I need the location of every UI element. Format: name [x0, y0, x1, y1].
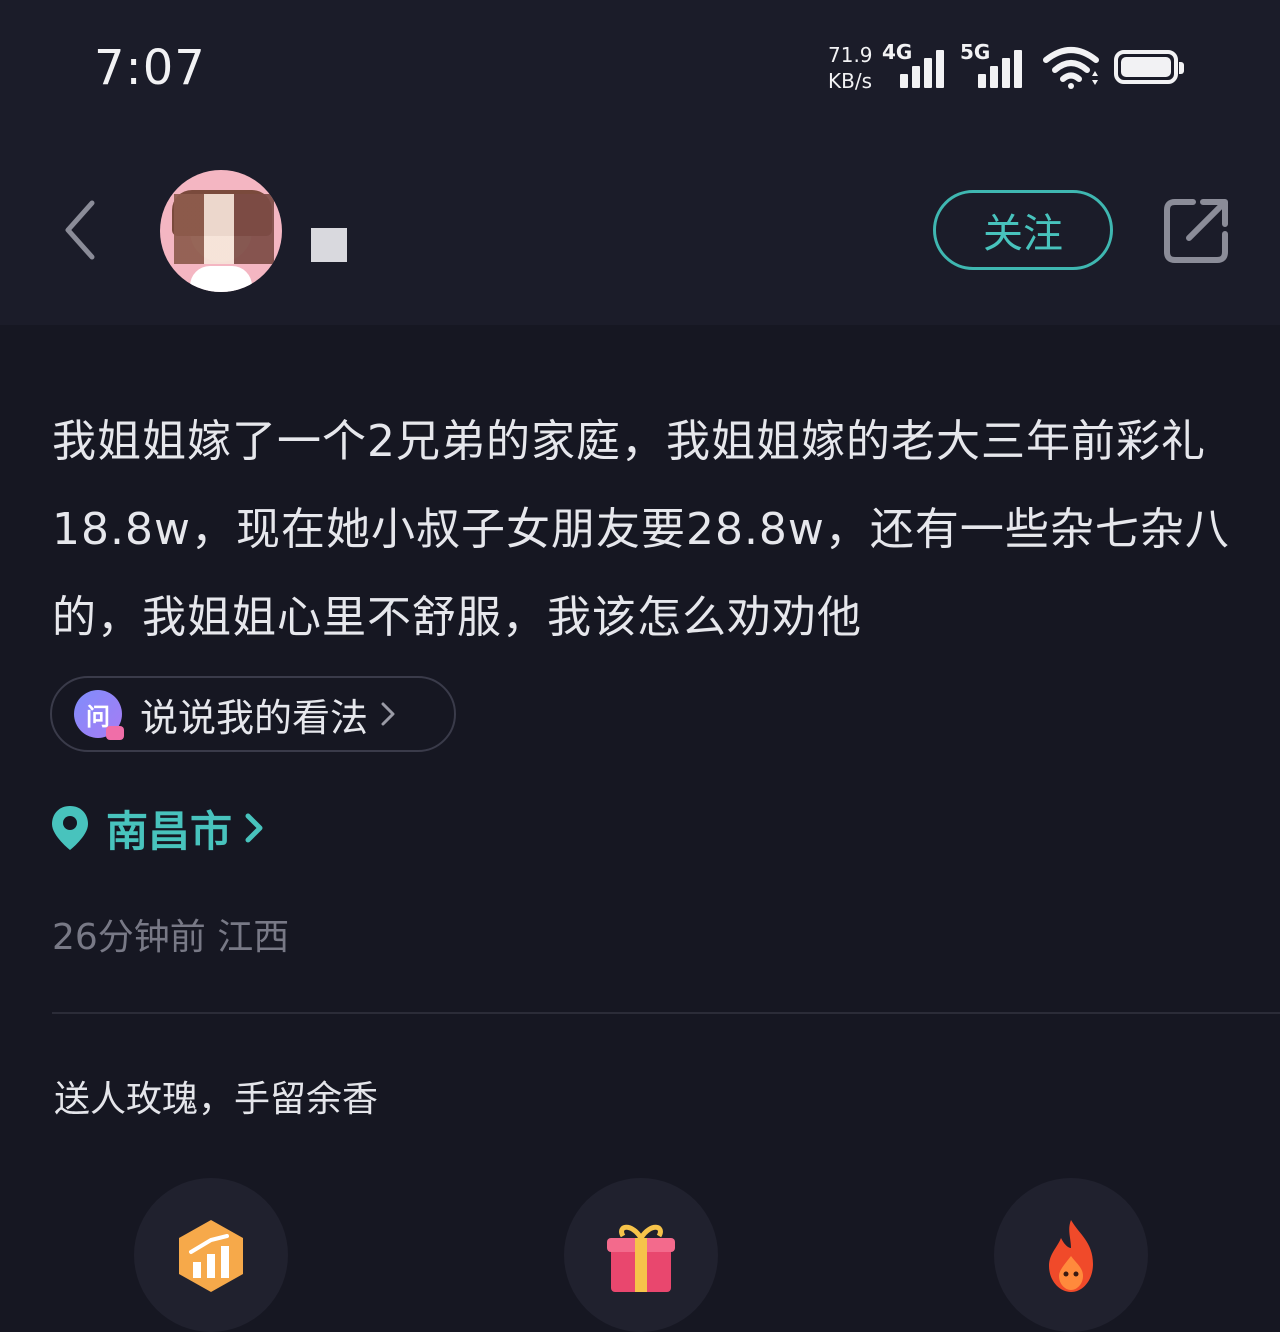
back-chevron-icon[interactable]: [56, 195, 106, 265]
gift-box-button[interactable]: [564, 1178, 718, 1332]
boost-icon: [179, 1220, 243, 1292]
follow-button[interactable]: 关注: [933, 190, 1113, 270]
wifi-icon: [1043, 47, 1099, 89]
divider: [52, 1012, 1280, 1014]
gift-boost-button[interactable]: [134, 1178, 288, 1332]
profile-header: 关注: [0, 130, 1280, 325]
status-time: 7:07: [94, 40, 206, 96]
gift-box-icon: [607, 1224, 675, 1292]
signal-5g-icon: 5G: [960, 40, 1022, 90]
avatar[interactable]: [160, 170, 282, 292]
location-link[interactable]: 南昌市: [50, 798, 266, 858]
location-pin-icon: [52, 806, 88, 850]
status-bar: 7:07 71.9 KB/s 4G 5G: [0, 0, 1280, 130]
gift-fire-button[interactable]: [994, 1178, 1148, 1332]
fire-icon: [1049, 1220, 1093, 1292]
network-speed-value: 71.9: [828, 43, 873, 67]
location-label: 南昌市: [106, 806, 233, 856]
share-icon[interactable]: [1163, 196, 1231, 264]
chevron-right-icon: [381, 702, 395, 726]
network-speed-unit: KB/s: [828, 69, 872, 93]
signal-4g-icon: 4G: [882, 40, 944, 90]
share-opinion-label: 说说我的看法: [140, 695, 369, 740]
share-opinion-button[interactable]: 问 说说我的看法: [50, 676, 456, 752]
chevron-right-icon: [245, 813, 263, 843]
avatar-mosaic: [174, 194, 274, 264]
post-meta: 26分钟前 江西: [52, 917, 290, 958]
signal-4g-label: 4G: [882, 40, 913, 64]
question-icon: 问: [74, 690, 124, 740]
battery-icon: [1114, 50, 1184, 84]
gift-caption: 送人玫瑰，手留余香: [54, 1079, 379, 1120]
post-body: 我姐姐嫁了一个2兄弟的家庭，我姐姐嫁的老大三年前彩礼18.8w，现在她小叔子女朋…: [52, 416, 1230, 643]
signal-5g-label: 5G: [960, 40, 991, 64]
network-speed: 71.9 KB/s: [828, 42, 880, 94]
username-redacted[interactable]: [311, 228, 347, 262]
